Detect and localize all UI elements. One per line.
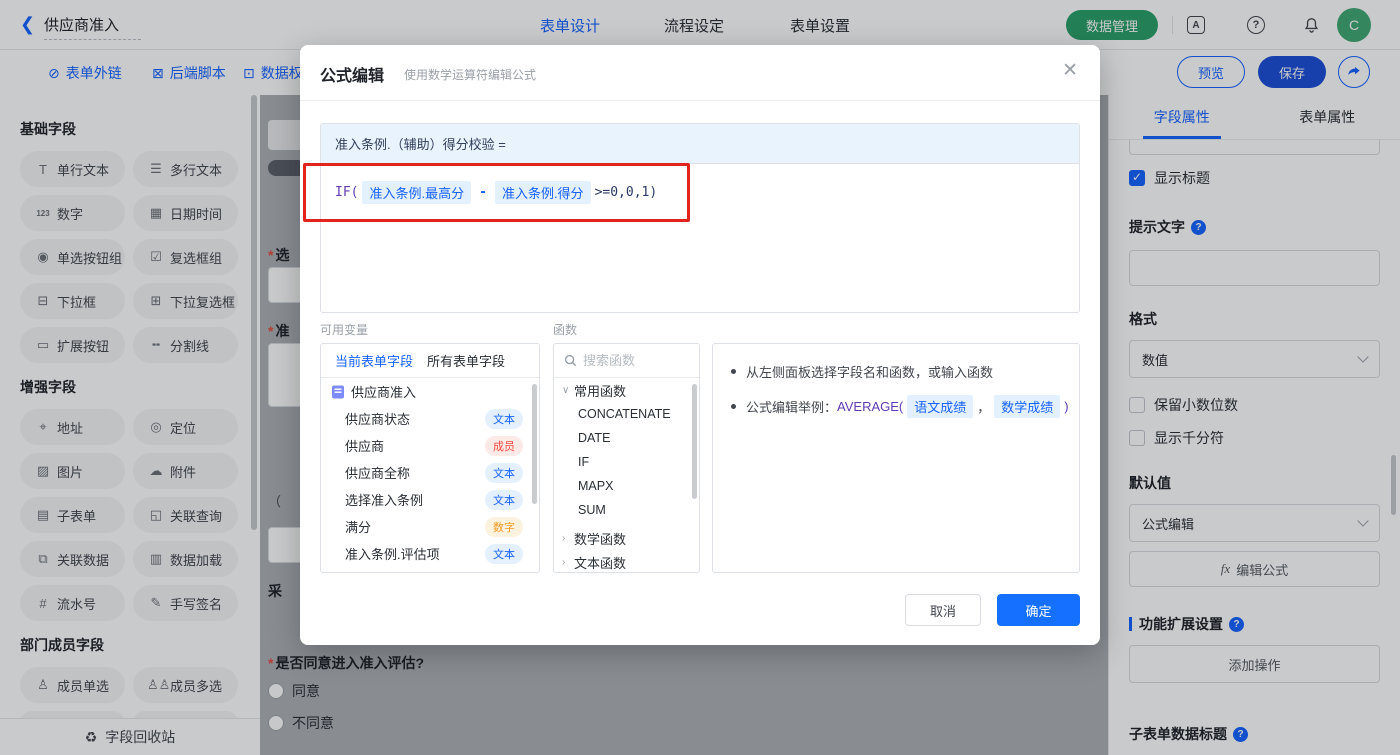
- cancel-button[interactable]: 取消: [905, 594, 981, 626]
- variables-scrollbar[interactable]: [532, 384, 537, 504]
- caret-right-icon: ›: [562, 532, 566, 544]
- functions-panel: ∨常用函数 CONCATENATE DATE IF MAPX SUM ›数学函数…: [553, 343, 700, 573]
- functions-label: 函数: [553, 323, 578, 337]
- formula-editor: 准入条例.（辅助）得分校验 = IF( 准入条例.最高分 - 准入条例.得分 >…: [320, 123, 1080, 313]
- variable-item[interactable]: 选择准入条例 文本: [321, 486, 539, 513]
- form-doc-icon: [332, 385, 344, 398]
- search-icon: [564, 354, 577, 367]
- type-badge: 文本: [485, 408, 523, 429]
- confirm-button[interactable]: 确定: [997, 594, 1080, 626]
- formula-arguments: >=0,0,1): [594, 185, 658, 200]
- variable-item[interactable]: 供应商状态 文本: [321, 405, 539, 432]
- hint-line-1: 从左侧面板选择字段名和函数，或输入函数: [727, 362, 1065, 381]
- formula-edit-modal: 公式编辑 使用数学运算符编辑公式 ✕ 准入条例.（辅助）得分校验 = IF( 准…: [300, 45, 1100, 645]
- variable-item[interactable]: 供应商 成员: [321, 432, 539, 459]
- example-field-token: 数学成绩: [994, 395, 1061, 418]
- function-group-text[interactable]: › 文本函数: [554, 550, 699, 572]
- type-badge: 文本: [485, 543, 523, 564]
- hint-line-2: 公式编辑举例： AVERAGE( 语文成绩 ， 数学成绩 ): [727, 395, 1069, 418]
- example-field-token: 语文成绩: [907, 395, 974, 418]
- formula-field-token[interactable]: 准入条例.得分: [494, 181, 591, 204]
- type-badge: 成员: [485, 435, 523, 456]
- variable-item[interactable]: 满分 数字: [321, 513, 539, 540]
- function-group-common[interactable]: ∨ 常用函数: [554, 378, 699, 402]
- formula-input-area[interactable]: IF( 准入条例.最高分 - 准入条例.得分 >=0,0,1): [321, 164, 1079, 312]
- app-root: ❮ 供应商准入 表单设计 流程设定 表单设置 数据管理 A ? C ⊘ 表单外链 …: [0, 0, 1400, 755]
- variable-item[interactable]: 准入条例.评估项 文本: [321, 540, 539, 567]
- type-badge: 文本: [485, 489, 523, 510]
- function-item[interactable]: CONCATENATE: [554, 402, 699, 426]
- function-item[interactable]: DATE: [554, 426, 699, 450]
- example-function-name: AVERAGE(: [837, 399, 904, 414]
- caret-right-icon: ›: [562, 556, 566, 568]
- variables-root[interactable]: 供应商准入: [321, 378, 539, 405]
- variable-item[interactable]: 供应商全称 文本: [321, 459, 539, 486]
- caret-down-icon: ∨: [562, 384, 570, 396]
- tab-current-form-fields[interactable]: 当前表单字段: [335, 351, 413, 370]
- function-item[interactable]: SUM: [554, 498, 699, 522]
- functions-scrollbar[interactable]: [692, 384, 697, 499]
- formula-target-bar: 准入条例.（辅助）得分校验 =: [321, 124, 1079, 164]
- modal-title: 公式编辑: [320, 68, 385, 85]
- hint-panel: 从左侧面板选择字段名和函数，或输入函数 公式编辑举例： AVERAGE( 语文成…: [712, 343, 1080, 573]
- function-search[interactable]: [554, 344, 699, 378]
- function-search-input[interactable]: [583, 353, 683, 368]
- close-icon[interactable]: ✕: [1062, 61, 1078, 80]
- function-group-math[interactable]: › 数学函数: [554, 526, 699, 550]
- modal-header: 公式编辑 使用数学运算符编辑公式 ✕: [300, 45, 1100, 101]
- variables-label: 可用变量: [320, 323, 369, 337]
- variables-panel: 当前表单字段 所有表单字段 供应商准入 供应商状态 文本 供应商 成员 供应商全称文…: [320, 343, 540, 573]
- formula-operator: -: [479, 185, 487, 200]
- function-item[interactable]: MAPX: [554, 474, 699, 498]
- function-item[interactable]: IF: [554, 450, 699, 474]
- type-badge: 数字: [485, 516, 523, 537]
- type-badge: 文本: [485, 462, 523, 483]
- formula-expression: IF( 准入条例.最高分 - 准入条例.得分 >=0,0,1): [335, 181, 657, 204]
- modal-subtitle: 使用数学运算符编辑公式: [404, 68, 537, 82]
- tab-all-form-fields[interactable]: 所有表单字段: [427, 351, 505, 370]
- variables-tabs: 当前表单字段 所有表单字段: [321, 344, 539, 378]
- formula-function-name: IF(: [335, 185, 359, 200]
- formula-field-token[interactable]: 准入条例.最高分: [362, 181, 472, 204]
